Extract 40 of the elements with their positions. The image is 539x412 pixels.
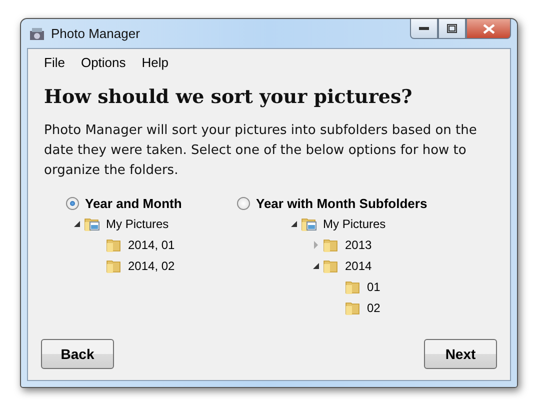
picture-folder-icon xyxy=(84,216,100,232)
tree-item[interactable]: My Pictures xyxy=(323,216,386,230)
radio-button[interactable] xyxy=(237,197,250,210)
tree-item[interactable]: 2014 xyxy=(345,258,372,272)
tree-item[interactable]: 01 xyxy=(367,280,380,294)
menu-item[interactable]: File xyxy=(36,53,73,72)
option-label: Year with Month Subfolders xyxy=(256,196,428,211)
expanded-arrow-icon[interactable] xyxy=(290,220,298,228)
close-icon xyxy=(482,24,494,34)
option-label: Year and Month xyxy=(85,196,182,211)
radio-button[interactable] xyxy=(66,197,79,210)
window-title: Photo Manager xyxy=(51,26,140,41)
tree-item[interactable]: 02 xyxy=(367,300,380,314)
back-button[interactable]: Back xyxy=(41,339,114,369)
folder-icon xyxy=(106,236,122,252)
folder-icon xyxy=(345,278,361,294)
radio-option[interactable]: Year and Month xyxy=(66,196,237,211)
description-text: Photo Manager will sort your pictures into subfolders based on the date they were taken. Select one of the below options for how to organize the folders. xyxy=(44,122,478,180)
minimize-button[interactable] xyxy=(410,19,438,39)
folder-icon xyxy=(323,236,339,252)
next-button[interactable]: Next xyxy=(424,339,497,369)
page-heading: How should we sort your pictures? xyxy=(44,86,414,108)
folder-icon xyxy=(106,258,122,274)
radio-option[interactable]: Year with Month Subfolders xyxy=(237,196,497,211)
tree-item[interactable]: 2014, 02 xyxy=(128,258,175,272)
camera-icon xyxy=(29,26,45,40)
tree-item[interactable]: 2013 xyxy=(345,238,372,252)
tree-item[interactable]: My Pictures xyxy=(106,216,169,230)
menu-item[interactable]: Help xyxy=(134,53,177,72)
expanded-arrow-icon[interactable] xyxy=(312,262,320,270)
maximize-icon xyxy=(447,24,457,33)
tree-item[interactable]: 2014, 01 xyxy=(128,238,175,252)
picture-folder-icon xyxy=(301,216,317,232)
expanded-arrow-icon[interactable] xyxy=(73,220,81,228)
close-button[interactable] xyxy=(466,19,511,39)
menu-item[interactable]: Options xyxy=(72,53,134,72)
folder-icon xyxy=(323,258,339,274)
maximize-button[interactable] xyxy=(438,19,466,39)
folder-icon xyxy=(345,300,361,316)
minimize-icon xyxy=(419,26,429,30)
